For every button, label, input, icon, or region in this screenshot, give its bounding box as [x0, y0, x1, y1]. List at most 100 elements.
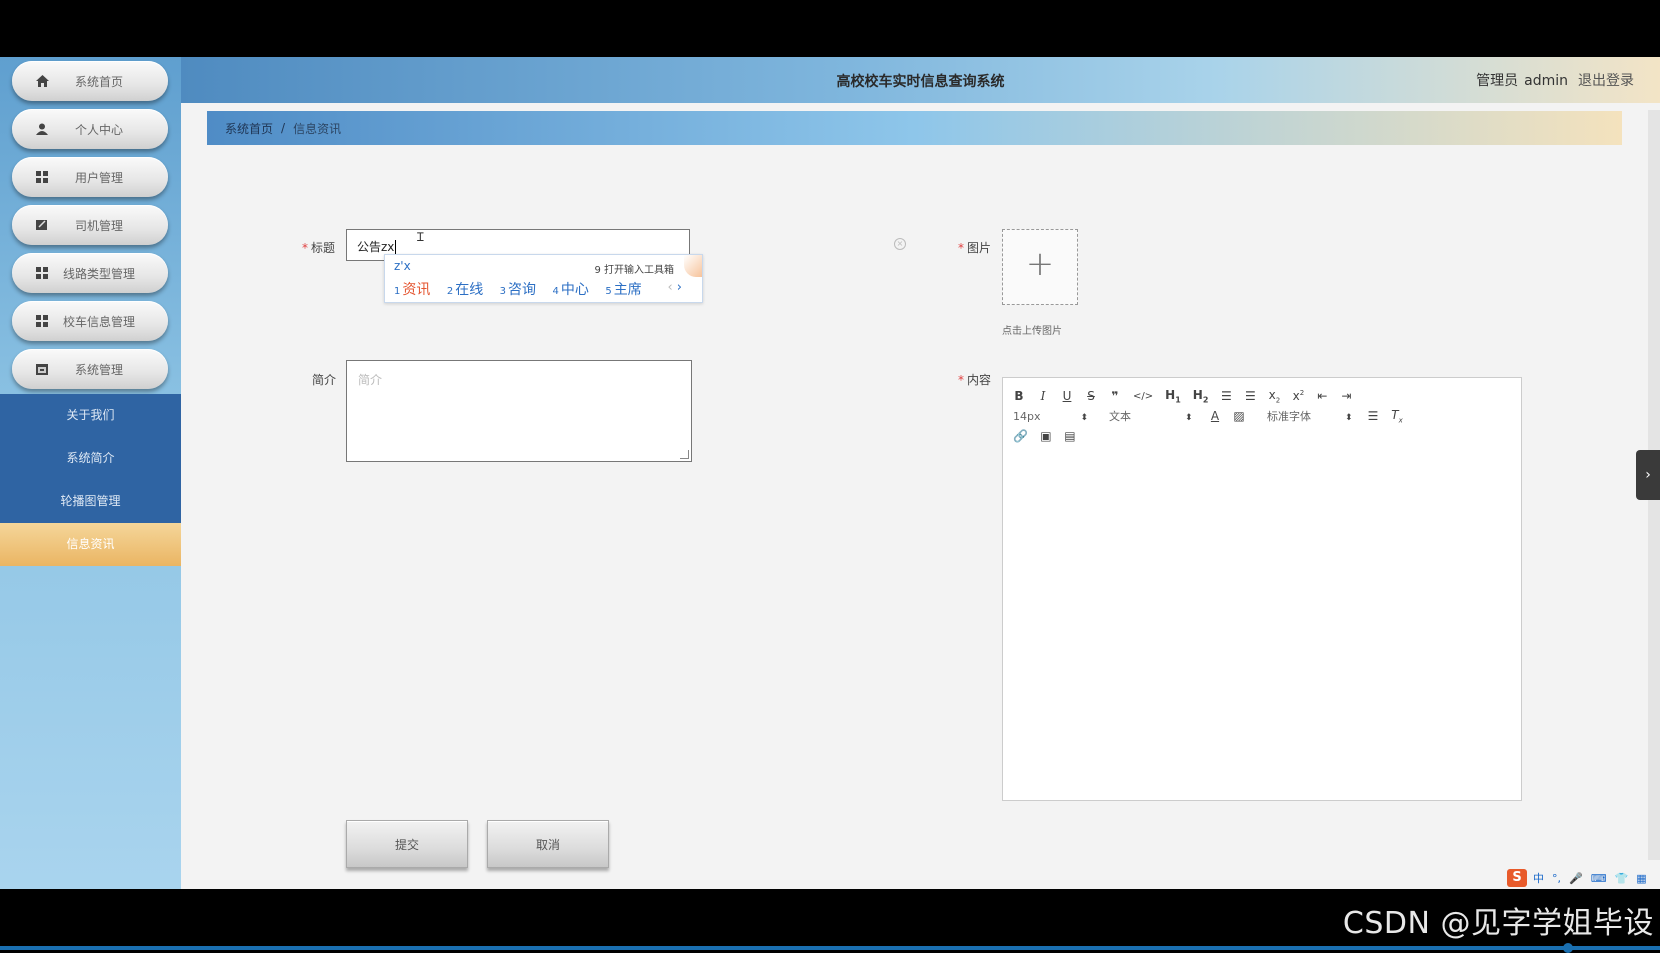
app-window: 系统首页 个人中心 用户管理 司机管理 线路类型管理 校车信息管理 系统管理 关…	[0, 57, 1660, 889]
select-arrows-icon: ⬍	[1080, 412, 1089, 423]
heading2-icon[interactable]: H2	[1193, 388, 1209, 404]
code-block-icon[interactable]: </>	[1133, 391, 1153, 402]
breadcrumb-home[interactable]: 系统首页	[225, 120, 273, 137]
ime-punctuation-icon[interactable]: °,	[1552, 872, 1561, 885]
clear-icon[interactable]: ×	[894, 238, 906, 250]
calendar-icon	[34, 361, 50, 377]
required-mark: *	[958, 241, 964, 255]
upload-hint: 点击上传图片	[1002, 326, 1062, 337]
user-icon	[34, 121, 50, 137]
content-label-text: 内容	[967, 373, 992, 387]
sidebar-item-home[interactable]: 系统首页	[12, 61, 168, 101]
screen-top-border	[0, 0, 1660, 57]
cancel-button[interactable]: 取消	[487, 820, 609, 868]
logout-link[interactable]: 退出登录	[1578, 73, 1634, 89]
ime-candidate-number: 3	[499, 286, 507, 297]
ime-candidate[interactable]: 2 在线	[447, 282, 483, 298]
user-name: admin	[1524, 73, 1568, 89]
ime-candidate-text: 咨询	[508, 282, 537, 298]
align-icon[interactable]: ☰	[1367, 409, 1379, 423]
ime-candidate-number: 4	[552, 286, 559, 297]
sogou-logo-icon[interactable]: S	[1507, 869, 1527, 887]
ime-mode-chinese[interactable]: 中	[1533, 870, 1544, 886]
ime-candidate[interactable]: 1 资讯	[394, 282, 430, 298]
ime-candidate[interactable]: 3 咨询	[500, 282, 536, 298]
required-mark: *	[958, 373, 964, 387]
summary-placeholder: 简介	[358, 373, 383, 387]
submenu-item-carousel[interactable]: 轮播图管理	[0, 480, 181, 523]
sidebar-item-label: 系统首页	[74, 74, 123, 89]
rich-text-editor[interactable]: B I U S ❞ </> H1 H2 ☰ ☰ x2 x2 ⇤ ⇥ 14px ⬍ …	[1002, 377, 1522, 801]
user-role: 管理员	[1476, 73, 1519, 89]
submenu-item-intro[interactable]: 系统简介	[0, 437, 181, 480]
keyboard-icon[interactable]: ⌨	[1591, 872, 1607, 885]
image-upload-box[interactable]: +	[1002, 229, 1078, 305]
ime-toolbox-hint[interactable]: 9 打开输入工具箱	[594, 261, 674, 276]
sidebar-item-bus-info[interactable]: 校车信息管理	[12, 301, 168, 341]
video-progress-bar[interactable]	[0, 946, 1660, 950]
image-label: * 图片	[958, 239, 991, 256]
ime-skin-corner	[684, 255, 702, 277]
indent-increase-icon[interactable]: ⇥	[1340, 389, 1352, 403]
skin-icon[interactable]: 👕	[1615, 872, 1629, 885]
ime-page-arrows[interactable]: ‹ ›	[667, 280, 682, 295]
sidebar-item-profile[interactable]: 个人中心	[12, 109, 168, 149]
ime-candidate[interactable]: 4 中心	[552, 282, 588, 298]
heading1-icon[interactable]: H1	[1165, 388, 1181, 404]
font-size-select[interactable]: 14px ⬍	[1013, 410, 1089, 423]
ime-candidate-number: 5	[605, 286, 612, 297]
clear-format-icon[interactable]: Tx	[1391, 408, 1403, 424]
background-color-icon[interactable]: ▨	[1233, 409, 1245, 423]
image-icon[interactable]: ▣	[1040, 429, 1052, 443]
user-info: 管理员 admin 退出登录	[1470, 70, 1634, 90]
superscript-icon[interactable]: x2	[1292, 389, 1305, 403]
title-label-text: 标题	[311, 241, 336, 255]
summary-label-text: 简介	[312, 373, 337, 387]
bullet-list-icon[interactable]: ☰	[1244, 389, 1256, 403]
sidebar-item-route-types[interactable]: 线路类型管理	[12, 253, 168, 293]
select-arrows-icon: ⬍	[1185, 413, 1193, 423]
toolbox-icon[interactable]: ▦	[1636, 872, 1646, 885]
font-family-select[interactable]: 标准字体 ⬍	[1267, 408, 1367, 424]
video-progress-handle[interactable]	[1563, 943, 1573, 953]
link-icon[interactable]: 🔗	[1013, 429, 1028, 443]
ordered-list-icon[interactable]: ☰	[1220, 389, 1232, 403]
chevron-left-icon[interactable]: ‹	[667, 280, 672, 295]
underline-icon[interactable]: U	[1061, 389, 1073, 403]
sidebar-item-label: 校车信息管理	[62, 314, 135, 329]
submenu-item-news[interactable]: 信息资讯	[0, 523, 181, 566]
ime-candidate[interactable]: 5 主席	[605, 282, 641, 298]
ime-pinyin: z'x	[394, 259, 411, 273]
ime-candidate-number: 1	[394, 286, 401, 297]
text-type-select[interactable]: 文本 ⬍	[1109, 408, 1209, 424]
ime-candidate-text: 中心	[560, 282, 589, 298]
resize-handle-icon[interactable]	[680, 450, 689, 459]
grid-icon	[34, 265, 50, 281]
submit-button[interactable]: 提交	[346, 820, 468, 868]
blockquote-icon[interactable]: ❞	[1109, 389, 1121, 403]
subscript-icon[interactable]: x2	[1268, 388, 1281, 404]
sidebar-item-drivers[interactable]: 司机管理	[12, 205, 168, 245]
title-label: * 标题	[302, 239, 335, 256]
italic-icon[interactable]: I	[1037, 389, 1049, 403]
summary-textarea[interactable]: 简介	[346, 360, 692, 462]
video-icon[interactable]: ▤	[1064, 429, 1076, 443]
sidebar-item-users[interactable]: 用户管理	[12, 157, 168, 197]
system-submenu: 关于我们 系统简介 轮播图管理 信息资讯	[0, 394, 181, 566]
sidebar-item-system[interactable]: 系统管理	[12, 349, 168, 389]
watermark-text: CSDN @见字学姐毕设	[1342, 906, 1654, 941]
ime-candidate-text: 资讯	[402, 282, 431, 298]
title-input-value: 公告zx	[357, 240, 395, 254]
mouse-ibeam-cursor: Ɪ	[417, 230, 424, 244]
indent-decrease-icon[interactable]: ⇤	[1316, 389, 1328, 403]
submenu-item-about[interactable]: 关于我们	[0, 394, 181, 437]
sidebar-item-label: 线路类型管理	[62, 266, 135, 281]
microphone-icon[interactable]: 🎤	[1569, 872, 1583, 885]
font-color-icon[interactable]: A	[1209, 409, 1221, 423]
chevron-right-icon[interactable]: ›	[677, 280, 682, 295]
strikethrough-icon[interactable]: S	[1085, 389, 1097, 403]
bold-icon[interactable]: B	[1013, 389, 1025, 403]
chevron-right-icon[interactable]: ›	[1636, 450, 1660, 500]
font-family-value: 标准字体	[1267, 410, 1311, 423]
ime-candidate-text: 主席	[613, 282, 642, 298]
